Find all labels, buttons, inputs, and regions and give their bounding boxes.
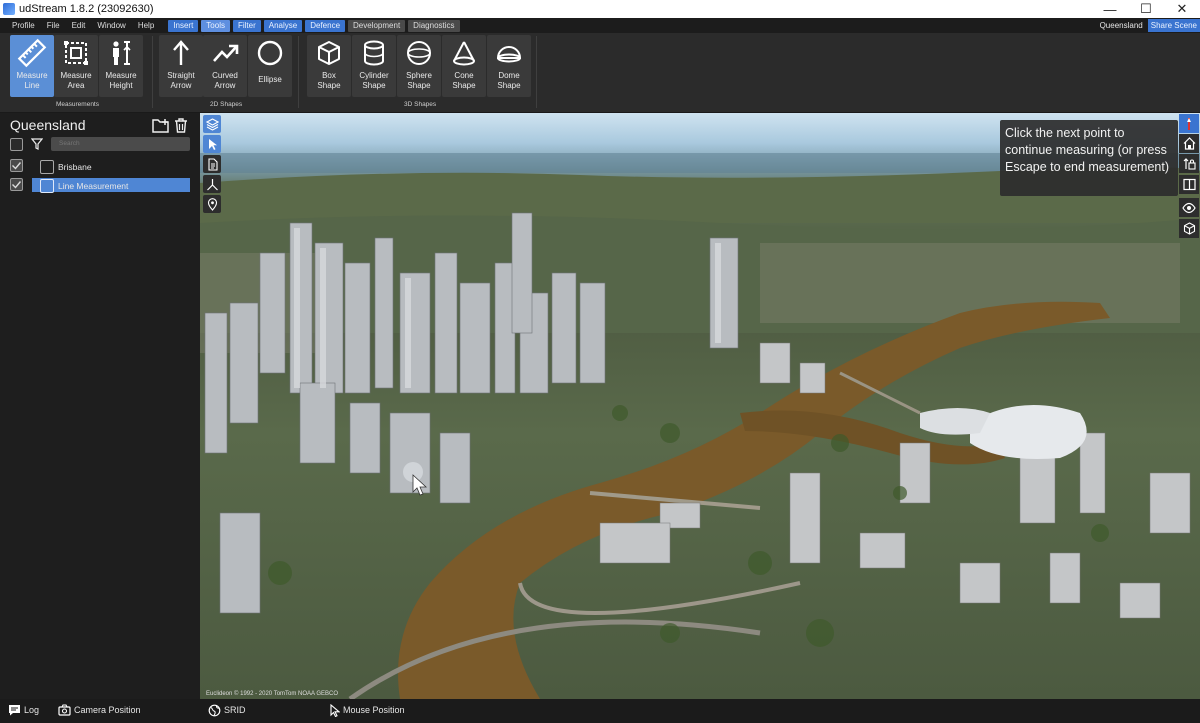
cylinder-shape-button[interactable]: Cylinder Shape (352, 35, 396, 97)
app-icon (3, 3, 15, 15)
project-name: Queensland (1099, 21, 1143, 30)
dome-icon (493, 37, 525, 69)
camera-position-button[interactable]: Camera Position (58, 703, 141, 717)
tab-defence[interactable]: Defence (305, 19, 346, 32)
menu-window[interactable]: Window (91, 18, 131, 33)
box-shape-button[interactable]: Box Shape (307, 35, 351, 97)
layers-icon[interactable] (203, 115, 221, 133)
document-icon[interactable] (203, 155, 221, 173)
log-label: Log (24, 705, 40, 715)
item-type-icon (40, 160, 54, 174)
visibility-checkbox[interactable] (10, 178, 23, 191)
city-scene (200, 153, 1200, 699)
close-button[interactable]: ✕ (1164, 0, 1200, 18)
scene-explorer-panel: Queensland Brisbane Line Measurement (0, 113, 200, 699)
cube-outline-icon (313, 37, 345, 69)
scene-item-label: Brisbane (58, 162, 92, 172)
minimize-button[interactable]: — (1092, 0, 1128, 18)
lock-height-icon[interactable] (1179, 154, 1199, 173)
area-icon (60, 37, 92, 69)
cone-shape-button[interactable]: Cone Shape (442, 35, 486, 97)
group-divider (152, 36, 153, 108)
tab-development[interactable]: Development (348, 19, 406, 32)
share-scene-button[interactable]: Share Scene (1147, 19, 1200, 32)
log-icon (9, 705, 20, 716)
group-divider (536, 36, 537, 108)
scene-title: Queensland (10, 117, 86, 133)
measure-height-button[interactable]: Measure Height (99, 35, 143, 97)
select-all-checkbox[interactable] (10, 138, 23, 151)
srid-button[interactable]: SRID (208, 703, 246, 717)
tab-analyse[interactable]: Analyse (263, 19, 303, 32)
status-bar: Log Camera Position SRID Mouse Position (0, 699, 1200, 723)
location-pin-icon[interactable] (203, 195, 221, 213)
camera-icon (58, 704, 71, 716)
axes-icon[interactable] (203, 175, 221, 193)
scene-item-label: Line Measurement (58, 181, 129, 191)
tab-filter[interactable]: Filter (232, 19, 261, 32)
cube-icon[interactable] (1179, 219, 1199, 238)
tab-insert[interactable]: Insert (168, 19, 199, 32)
measure-area-button[interactable]: Measure Area (54, 35, 98, 97)
curved-arrow-button[interactable]: Curved Arrow (203, 35, 247, 97)
eye-icon[interactable] (1179, 198, 1199, 217)
home-icon[interactable] (1179, 134, 1199, 153)
log-button[interactable]: Log (8, 703, 39, 717)
cone-icon (448, 37, 480, 69)
ellipse-button[interactable]: Ellipse (248, 35, 292, 97)
map-attribution: Euclideon © 1992 - 2020 TomTom NOAA GEBC… (206, 691, 339, 697)
dome-shape-button[interactable]: Dome Shape (487, 35, 531, 97)
globe-icon (208, 704, 221, 716)
mouse-position-button[interactable]: Mouse Position (330, 703, 405, 717)
camera-position-label: Camera Position (74, 705, 141, 715)
measure-line-button[interactable]: Measure Line (10, 35, 54, 97)
mouse-position-label: Mouse Position (343, 705, 405, 715)
srid-label: SRID (224, 705, 246, 715)
split-view-icon[interactable] (1179, 175, 1199, 194)
filter-icon[interactable] (29, 136, 45, 152)
sphere-shape-button[interactable]: Sphere Shape (397, 35, 441, 97)
arrow-up-icon (165, 37, 197, 69)
circle-icon (254, 37, 286, 69)
search-input[interactable] (51, 137, 190, 151)
maximize-button[interactable]: ☐ (1128, 0, 1164, 18)
menu-profile[interactable]: Profile (0, 18, 41, 33)
menu-edit[interactable]: Edit (66, 18, 92, 33)
scene-item-brisbane[interactable]: Brisbane (10, 159, 195, 175)
group-label-measurements: Measurements (56, 101, 99, 108)
3d-viewport[interactable]: Click the next point to continue measuri… (200, 113, 1200, 699)
trash-icon[interactable] (172, 117, 190, 133)
group-label-3d-shapes: 3D Shapes (404, 101, 437, 108)
ribbon-toolbar: Measure Line Measure Area Measure Height… (0, 33, 1200, 113)
sphere-icon (403, 37, 435, 69)
item-type-icon (40, 179, 54, 193)
scene-item-line-measurement[interactable]: Line Measurement (10, 178, 195, 194)
visibility-checkbox[interactable] (10, 159, 23, 172)
menu-bar: Profile File Edit Window Help Insert Too… (0, 18, 1200, 33)
add-folder-icon[interactable] (152, 117, 170, 133)
tab-diagnostics[interactable]: Diagnostics (408, 19, 460, 32)
menu-help[interactable]: Help (132, 18, 160, 33)
cylinder-icon (358, 37, 390, 69)
compass-icon[interactable] (1179, 114, 1199, 133)
pointer-icon (330, 703, 340, 717)
instruction-tooltip: Click the next point to continue measuri… (1000, 120, 1178, 196)
height-icon (105, 37, 137, 69)
ruler-icon (16, 37, 48, 69)
select-icon[interactable] (203, 135, 221, 153)
group-divider (298, 36, 299, 108)
window-title: udStream 1.8.2 (23092630) (19, 3, 154, 15)
title-bar: udStream 1.8.2 (23092630) — ☐ ✕ (0, 0, 1200, 18)
tab-tools[interactable]: Tools (201, 19, 230, 32)
straight-arrow-button[interactable]: Straight Arrow (159, 35, 203, 97)
menu-file[interactable]: File (41, 18, 66, 33)
group-label-2d-shapes: 2D Shapes (210, 101, 243, 108)
trend-arrow-icon (209, 37, 241, 69)
